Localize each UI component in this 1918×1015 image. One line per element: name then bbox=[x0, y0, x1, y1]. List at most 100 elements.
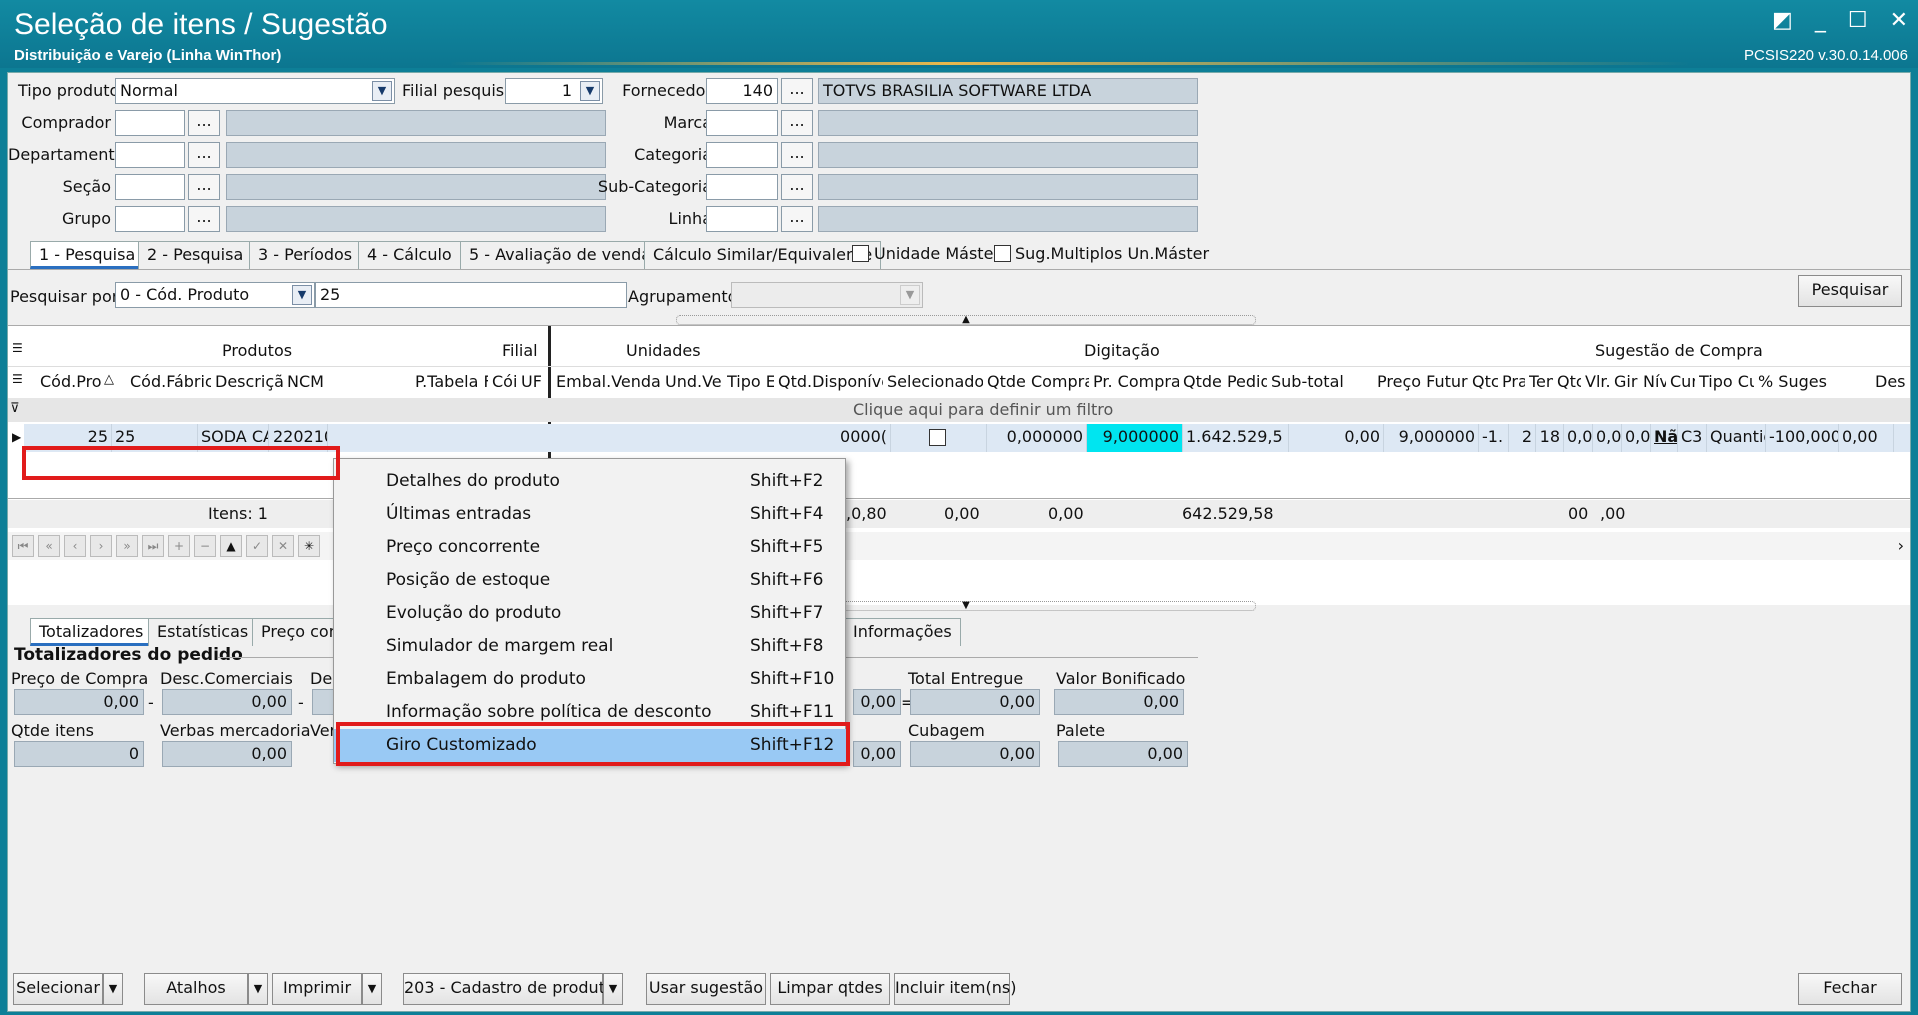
prev-page-icon[interactable]: « bbox=[38, 535, 60, 557]
column-header[interactable]: P.Tabela F bbox=[415, 372, 488, 391]
column-header[interactable]: Curv bbox=[1670, 372, 1695, 391]
comprador-lookup-button[interactable]: ... bbox=[188, 110, 220, 136]
context-menu-item[interactable]: Últimas entradas Shift+F4 bbox=[334, 498, 847, 531]
post-icon[interactable]: ✓ bbox=[246, 535, 268, 557]
column-header[interactable]: Selecionado bbox=[887, 372, 983, 391]
context-menu-item[interactable]: Evolução do produto Shift+F7 bbox=[334, 597, 847, 630]
context-menu-item[interactable]: Detalhes do produto Shift+F2 bbox=[334, 465, 847, 498]
table-cell[interactable]: 0,000000 bbox=[987, 424, 1087, 452]
column-header[interactable]: Des bbox=[1875, 372, 1911, 391]
table-cell[interactable]: 18 bbox=[1536, 424, 1564, 452]
linha-lookup-button[interactable]: ... bbox=[781, 206, 813, 232]
grupo-lookup-button[interactable]: ... bbox=[188, 206, 220, 232]
column-header[interactable]: Pr. Compra bbox=[1093, 372, 1179, 391]
tab-totalizadores[interactable]: Totalizadores bbox=[30, 618, 153, 646]
search-input[interactable]: 25 bbox=[315, 282, 627, 308]
column-header[interactable]: Preço Futur bbox=[1377, 372, 1468, 391]
next-record-icon[interactable]: › bbox=[90, 535, 112, 557]
secao-input[interactable] bbox=[115, 174, 185, 200]
refresh-icon[interactable]: ✳ bbox=[298, 535, 320, 557]
column-header[interactable]: UF bbox=[521, 372, 552, 391]
context-menu-item[interactable]: Embalagem do produto Shift+F10 bbox=[334, 663, 847, 696]
column-header[interactable]: Cói bbox=[492, 372, 517, 391]
agrupamento-select[interactable]: ▼ bbox=[731, 282, 923, 308]
close-icon[interactable]: ✕ bbox=[1890, 8, 1908, 33]
imprimir-button[interactable]: Imprimir bbox=[272, 973, 362, 1005]
column-chooser-icon[interactable]: ☰ bbox=[12, 341, 23, 355]
fornecedor-code-input[interactable]: 140 bbox=[706, 78, 778, 104]
selecionar-dropdown-icon[interactable]: ▼ bbox=[103, 973, 123, 1005]
restore-icon[interactable]: ◩ bbox=[1772, 8, 1793, 33]
departamento-lookup-button[interactable]: ... bbox=[188, 142, 220, 168]
table-cell[interactable]: 0,00 bbox=[1839, 424, 1894, 452]
comprador-input[interactable] bbox=[115, 110, 185, 136]
categoria-input[interactable] bbox=[706, 142, 778, 168]
column-header[interactable]: Qtc bbox=[1557, 372, 1581, 391]
table-cell[interactable] bbox=[891, 424, 987, 452]
fornecedor-lookup-button[interactable]: ... bbox=[781, 78, 813, 104]
pesquisar-por-select[interactable]: 0 - Cód. Produto ▼ bbox=[115, 282, 315, 308]
insert-icon[interactable]: + bbox=[168, 535, 190, 557]
selecionado-checkbox[interactable] bbox=[929, 429, 946, 446]
edit-icon[interactable]: ▲ bbox=[220, 535, 242, 557]
tab-calculo-similar[interactable]: Cálculo Similar/Equivalente bbox=[644, 241, 882, 269]
scroll-right-icon[interactable]: › bbox=[1898, 536, 1904, 555]
chevron-down-icon[interactable]: ▼ bbox=[372, 81, 392, 101]
tab-estatisticas[interactable]: Estatísticas bbox=[148, 618, 258, 646]
marca-lookup-button[interactable]: ... bbox=[781, 110, 813, 136]
prev-record-icon[interactable]: ‹ bbox=[64, 535, 86, 557]
column-header[interactable]: Pra bbox=[1502, 372, 1525, 391]
filter-icon[interactable]: ⊽ bbox=[10, 401, 20, 416]
column-header[interactable]: Descriçã bbox=[215, 372, 283, 391]
splitter-handle[interactable]: ▲ bbox=[676, 315, 1256, 325]
selecionar-button[interactable]: Selecionar bbox=[13, 973, 103, 1005]
column-header[interactable]: NCM bbox=[287, 372, 411, 391]
tab-periodos[interactable]: 3 - Períodos bbox=[249, 241, 362, 269]
atalhos-button[interactable]: Atalhos bbox=[144, 973, 248, 1005]
minimize-icon[interactable]: _ bbox=[1815, 8, 1826, 33]
categoria-lookup-button[interactable]: ... bbox=[781, 142, 813, 168]
secao-lookup-button[interactable]: ... bbox=[188, 174, 220, 200]
table-cell[interactable]: -100,0000 bbox=[1766, 424, 1839, 452]
cadastro-dropdown-icon[interactable]: ▼ bbox=[603, 973, 623, 1005]
cancel-icon[interactable]: ✕ bbox=[272, 535, 294, 557]
column-header[interactable]: Qtd.Disponível bbox=[778, 372, 883, 391]
column-header[interactable]: Tipo Cur bbox=[1699, 372, 1754, 391]
tab-informacoes[interactable]: Informações bbox=[844, 618, 961, 646]
column-chooser-icon[interactable]: ☰ bbox=[12, 372, 23, 386]
context-menu-item[interactable]: Posição de estoque Shift+F6 bbox=[334, 564, 847, 597]
column-header[interactable]: % Suges bbox=[1758, 372, 1871, 391]
column-header[interactable]: Qtde Compra bbox=[987, 372, 1089, 391]
subcategoria-lookup-button[interactable]: ... bbox=[781, 174, 813, 200]
column-header[interactable]: Cód.Fábric bbox=[130, 372, 211, 391]
first-record-icon[interactable]: ⏮ bbox=[12, 535, 34, 557]
next-page-icon[interactable]: » bbox=[116, 535, 138, 557]
table-cell[interactable]: 9,000000 bbox=[1384, 424, 1479, 452]
marca-input[interactable] bbox=[706, 110, 778, 136]
table-cell[interactable]: 0,00 bbox=[1289, 424, 1384, 452]
table-cell[interactable]: 0,0 bbox=[1564, 424, 1593, 452]
usar-sugestao-button[interactable]: Usar sugestão bbox=[646, 973, 766, 1005]
column-header[interactable]: Embal.Venda bbox=[556, 372, 661, 391]
column-header[interactable]: Gir bbox=[1614, 372, 1639, 391]
column-header[interactable]: Nív bbox=[1643, 372, 1666, 391]
table-cell[interactable]: Quantida bbox=[1707, 424, 1766, 452]
table-cell[interactable]: Não bbox=[1651, 424, 1678, 452]
table-cell[interactable]: 0,0 bbox=[1622, 424, 1651, 452]
context-menu-item[interactable]: Preço concorrente Shift+F5 bbox=[334, 531, 847, 564]
last-record-icon[interactable]: ⏭ bbox=[142, 535, 164, 557]
filter-row[interactable]: ⊽ Clique aqui para definir um filtro bbox=[8, 398, 1910, 422]
column-header[interactable]: Qtde Pedida bbox=[1183, 372, 1267, 391]
tipo-produto-select[interactable]: Normal ▼ bbox=[115, 78, 395, 104]
unidade-master-checkbox[interactable] bbox=[852, 245, 869, 262]
tab-avaliacao-venda[interactable]: 5 - Avaliação de venda bbox=[460, 241, 661, 269]
linha-input[interactable] bbox=[706, 206, 778, 232]
sort-asc-icon[interactable]: △ bbox=[104, 372, 114, 387]
tab-preco-concorrente[interactable]: Preço conc bbox=[252, 618, 342, 646]
table-cell[interactable]: -1. bbox=[1479, 424, 1509, 452]
incluir-itens-button[interactable]: Incluir item(ns) bbox=[894, 973, 1016, 1005]
chevron-down-icon[interactable]: ▼ bbox=[580, 81, 600, 101]
imprimir-dropdown-icon[interactable]: ▼ bbox=[362, 973, 382, 1005]
column-header[interactable]: Qtc bbox=[1472, 372, 1498, 391]
subcategoria-input[interactable] bbox=[706, 174, 778, 200]
